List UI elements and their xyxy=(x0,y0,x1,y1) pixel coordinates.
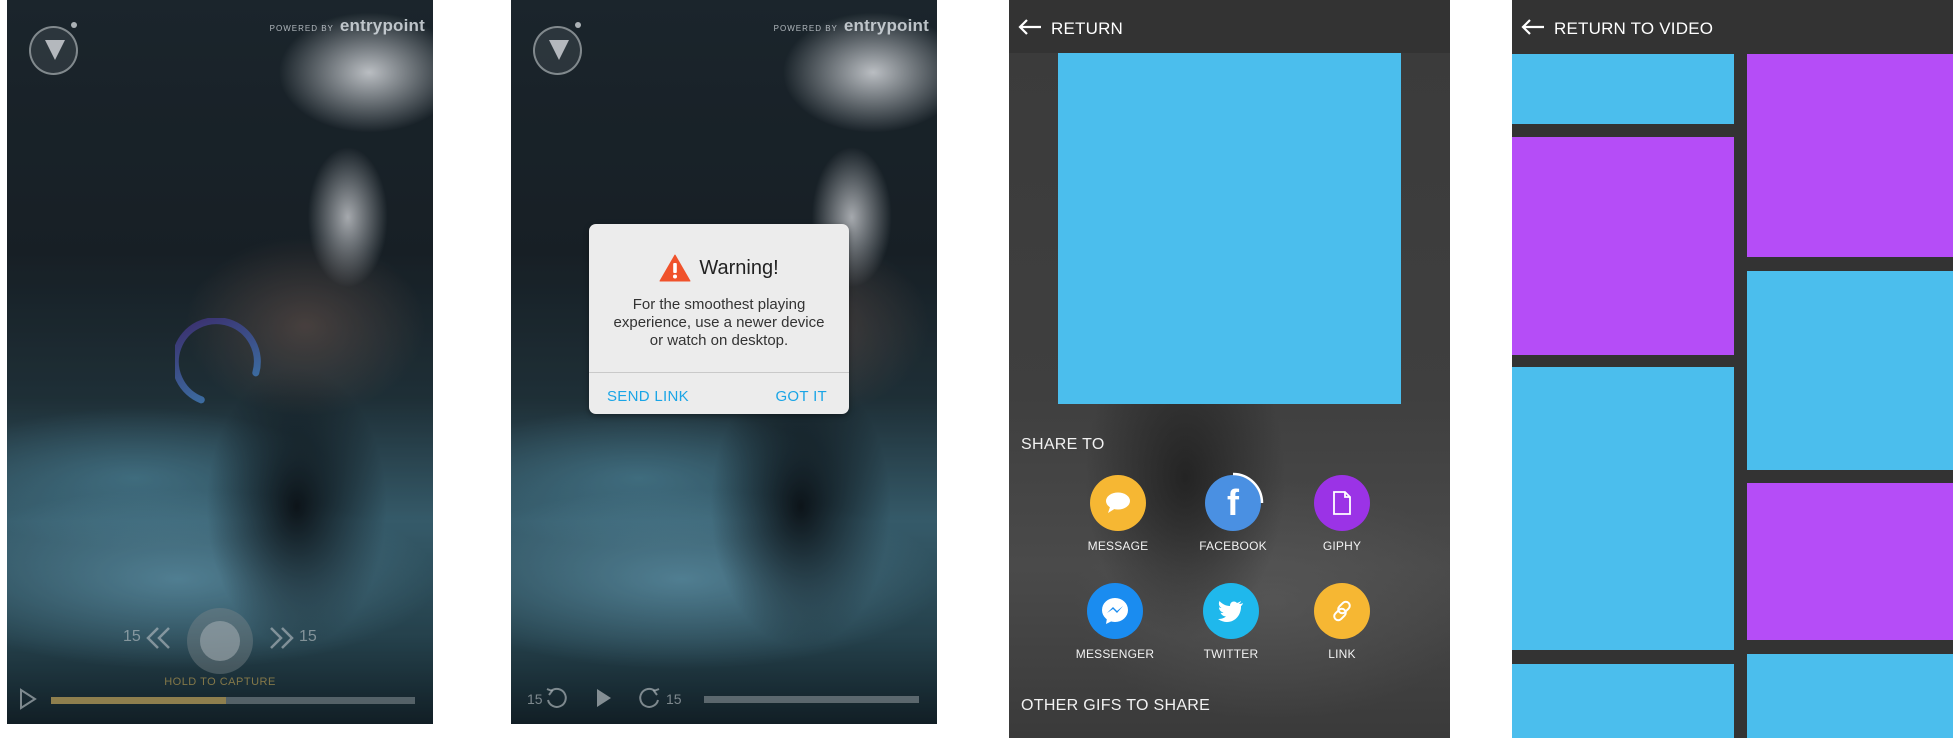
loading-screen: POWERED BY entrypoint 15 15 HOLD TO CAPT… xyxy=(7,0,433,724)
return-to-video-button[interactable]: RETURN TO VIDEO xyxy=(1554,19,1713,39)
share-twitter-button[interactable]: TWITTER xyxy=(1181,583,1281,661)
play-icon[interactable] xyxy=(19,688,37,710)
share-label: LINK xyxy=(1328,647,1356,661)
share-message-button[interactable]: MESSAGE xyxy=(1068,475,1168,553)
other-gifs-heading: OTHER GIFS TO SHARE xyxy=(1021,697,1211,714)
brand-name: entrypoint xyxy=(843,16,929,35)
dialog-divider xyxy=(589,372,849,373)
twitter-icon xyxy=(1218,601,1243,622)
gif-preview xyxy=(1058,53,1401,404)
link-icon xyxy=(1333,600,1351,622)
rewind-icon[interactable] xyxy=(144,626,172,650)
gif-tile[interactable] xyxy=(1747,54,1953,257)
notification-dot xyxy=(71,22,77,28)
share-label: TWITTER xyxy=(1203,647,1259,661)
messenger-icon xyxy=(1102,598,1128,624)
playback-bar: 15 15 xyxy=(511,674,937,724)
share-header: RETURN xyxy=(1009,0,1450,53)
gif-tile[interactable] xyxy=(1512,54,1734,124)
logo-icon xyxy=(549,40,569,60)
gif-tile[interactable] xyxy=(1512,367,1734,650)
share-link-button[interactable]: LINK xyxy=(1292,583,1392,661)
forward-seconds-label: 15 xyxy=(666,691,682,707)
skip-back-label: 15 xyxy=(123,628,141,645)
rewind-seconds-label: 15 xyxy=(527,691,543,707)
document-icon xyxy=(1333,491,1351,515)
gif-tile[interactable] xyxy=(1512,664,1734,738)
progress-bar[interactable] xyxy=(704,696,919,703)
notification-dot xyxy=(575,22,581,28)
forward-15-icon[interactable] xyxy=(638,686,662,710)
play-icon[interactable] xyxy=(595,687,613,709)
capture-controls: 15 15 xyxy=(7,608,433,674)
dialog-title-row: Warning! xyxy=(589,254,849,282)
share-label: GIPHY xyxy=(1322,539,1362,553)
dialog-title: Warning! xyxy=(699,256,779,279)
facebook-circle: f xyxy=(1205,472,1264,531)
giphy-circle xyxy=(1314,475,1370,531)
powered-by-label: POWERED BY xyxy=(269,24,334,33)
warning-icon xyxy=(659,254,691,282)
capture-button[interactable] xyxy=(187,608,253,674)
logo-icon xyxy=(45,40,65,60)
loading-ring-icon xyxy=(1232,472,1264,504)
gif-tile[interactable] xyxy=(1747,271,1953,470)
message-circle xyxy=(1090,475,1146,531)
share-to-heading: SHARE TO xyxy=(1021,436,1105,453)
loading-spinner-icon xyxy=(175,318,261,404)
gif-gallery-screen: RETURN TO VIDEO xyxy=(1512,0,1953,738)
share-label: FACEBOOK xyxy=(1199,539,1267,553)
back-arrow-icon[interactable] xyxy=(1017,18,1043,36)
share-screen: RETURN SHARE TO MESSAGE f FACEBOOK GIPHY… xyxy=(1009,0,1450,738)
got-it-button[interactable]: GOT IT xyxy=(775,388,827,405)
gif-tile[interactable] xyxy=(1747,483,1953,640)
powered-by-label: POWERED BY xyxy=(773,24,838,33)
gif-tile[interactable] xyxy=(1747,654,1953,738)
send-link-button[interactable]: SEND LINK xyxy=(607,388,689,405)
share-label: MESSENGER xyxy=(1075,647,1155,661)
warning-dialog: Warning! For the smoothest playing exper… xyxy=(589,224,849,414)
twitter-circle xyxy=(1203,583,1259,639)
back-arrow-icon[interactable] xyxy=(1520,18,1546,36)
warning-screen: POWERED BY entrypoint Warning! For the s… xyxy=(511,0,937,724)
brand-name: entrypoint xyxy=(339,16,425,35)
messenger-circle xyxy=(1087,583,1143,639)
gallery-header: RETURN TO VIDEO xyxy=(1512,0,1953,53)
logo-button[interactable] xyxy=(29,26,78,75)
share-label: MESSAGE xyxy=(1087,539,1149,553)
logo-button[interactable] xyxy=(533,26,582,75)
dialog-message: For the smoothest playing experience, us… xyxy=(613,296,825,349)
gif-tile[interactable] xyxy=(1512,137,1734,355)
link-circle xyxy=(1314,583,1370,639)
share-giphy-button[interactable]: GIPHY xyxy=(1292,475,1392,553)
progress-bar[interactable] xyxy=(51,697,415,704)
progress-fill xyxy=(51,697,226,704)
chat-bubble-icon xyxy=(1106,492,1130,513)
powered-by-badge: POWERED BY entrypoint xyxy=(270,16,425,36)
return-button[interactable]: RETURN xyxy=(1051,19,1123,39)
share-facebook-button[interactable]: f FACEBOOK xyxy=(1183,472,1283,553)
playback-bar xyxy=(7,674,433,724)
rewind-15-icon[interactable] xyxy=(544,686,568,710)
powered-by-badge: POWERED BY entrypoint xyxy=(774,16,929,36)
fast-forward-icon[interactable] xyxy=(268,626,296,650)
skip-forward-label: 15 xyxy=(299,628,317,645)
share-messenger-button[interactable]: MESSENGER xyxy=(1065,583,1165,661)
